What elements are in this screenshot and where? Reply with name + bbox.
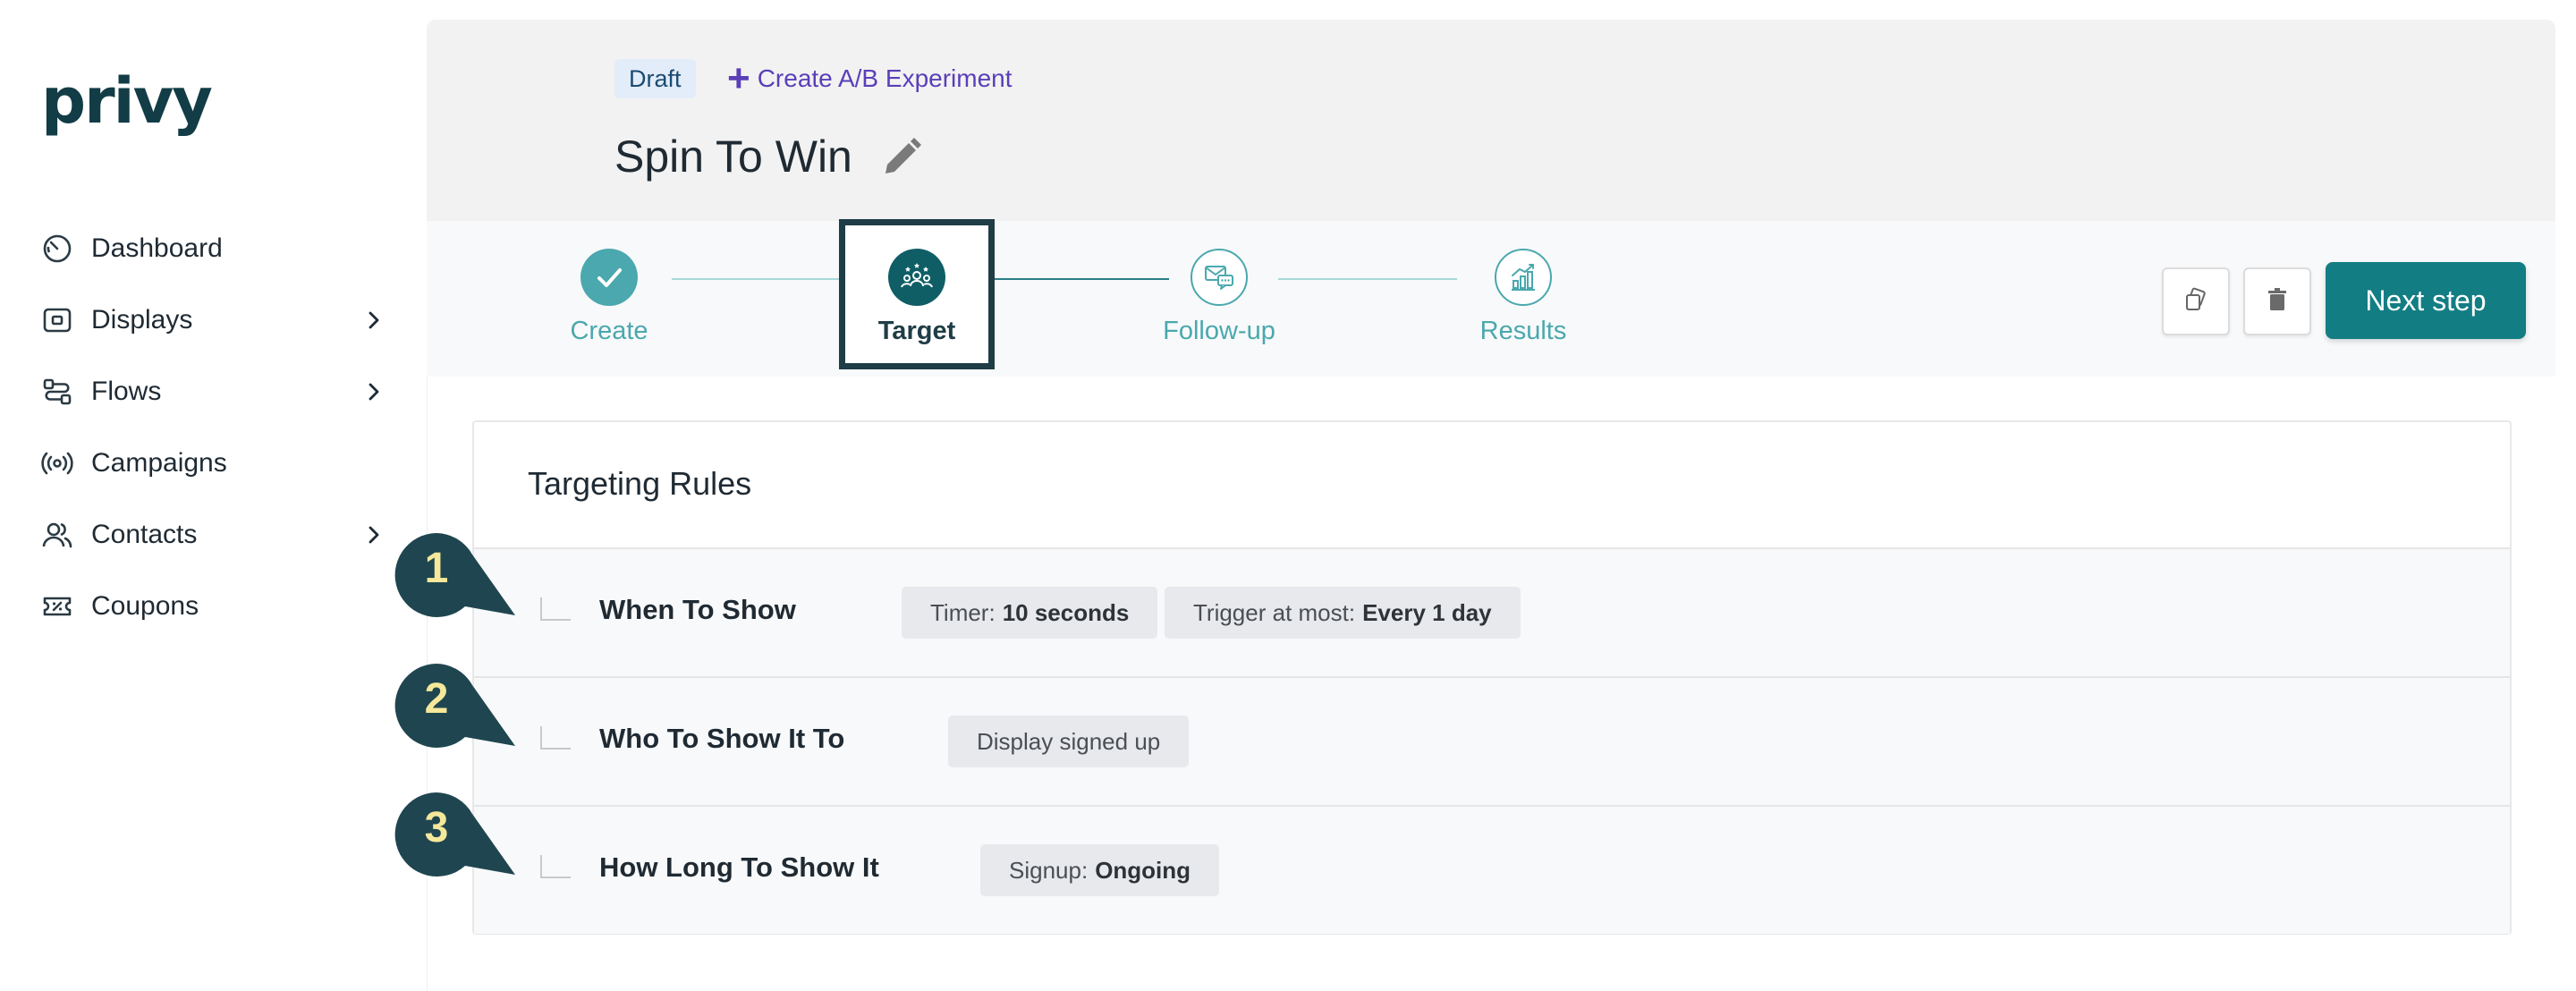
- sidebar-item-contacts[interactable]: Contacts: [41, 499, 390, 571]
- step-results[interactable]: Results: [1443, 249, 1604, 346]
- sidebar-item-flows[interactable]: Flows: [41, 356, 390, 428]
- check-icon: [580, 249, 638, 306]
- tree-connector: [540, 726, 571, 750]
- privy-logo[interactable]: privy: [41, 64, 213, 138]
- copy-icon: [2182, 285, 2210, 318]
- flows-icon: [41, 376, 73, 408]
- chip-key: Timer:: [930, 598, 996, 626]
- step-create[interactable]: Create: [529, 249, 690, 346]
- step-connector: [1278, 278, 1457, 280]
- audience-chip[interactable]: Display signed up: [948, 716, 1190, 767]
- bar-chart-icon: [1495, 249, 1552, 306]
- sidebar-item-displays[interactable]: Displays: [41, 284, 390, 356]
- chevron-right-icon[interactable]: [358, 519, 390, 551]
- card-title: Targeting Rules: [528, 465, 752, 502]
- rule-title: How Long To Show It: [599, 851, 879, 883]
- rule-title: When To Show: [599, 594, 796, 625]
- gauge-icon: [41, 233, 73, 265]
- page-header: Draft + Create A/B Experiment Spin To Wi…: [427, 20, 2555, 221]
- create-ab-experiment-label: Create A/B Experiment: [757, 64, 1013, 92]
- sidebar-nav: Dashboard Displays Flows Campaigns Conta…: [41, 213, 390, 642]
- chevron-right-icon[interactable]: [358, 376, 390, 408]
- display-icon: [41, 304, 73, 336]
- rule-row-when-to-show[interactable]: When To Show Timer: 10 seconds Trigger a…: [474, 547, 2510, 676]
- callout-marker-2: 2: [394, 662, 537, 760]
- rule-row-who-to-show[interactable]: Who To Show It To Display signed up: [474, 676, 2510, 805]
- step-follow-up[interactable]: Follow-up: [1139, 249, 1300, 346]
- callout-number: 3: [424, 804, 449, 851]
- callout-marker-3: 3: [394, 791, 537, 889]
- callout-marker-1: 1: [394, 531, 537, 630]
- delete-button[interactable]: [2243, 267, 2311, 335]
- sidebar-item-coupons[interactable]: Coupons: [41, 571, 390, 642]
- sidebar-item-dashboard[interactable]: Dashboard: [41, 213, 390, 284]
- step-connector: [672, 278, 843, 280]
- sidebar-item-label: Dashboard: [91, 233, 223, 263]
- status-badge: Draft: [614, 59, 696, 98]
- sidebar-item-label: Contacts: [91, 520, 198, 549]
- step-label: Follow-up: [1163, 317, 1275, 345]
- rule-title: Who To Show It To: [599, 723, 845, 754]
- audience-icon: [888, 249, 945, 306]
- chevron-right-icon[interactable]: [358, 304, 390, 336]
- chip-key: Display signed up: [977, 727, 1161, 755]
- callout-number: 1: [424, 545, 449, 592]
- ticket-icon: [41, 590, 73, 623]
- tree-connector: [540, 597, 571, 621]
- stepper: Create Target Follow-up Results Next ste…: [427, 219, 2555, 377]
- tree-connector: [540, 855, 571, 878]
- create-ab-experiment-link[interactable]: + Create A/B Experiment: [727, 59, 1013, 98]
- trigger-frequency-chip[interactable]: Trigger at most: Every 1 day: [1165, 587, 1521, 639]
- rule-row-how-long-to-show[interactable]: How Long To Show It Signup: Ongoing: [474, 805, 2510, 934]
- chip-value: 10 seconds: [1002, 598, 1130, 626]
- sidebar-item-label: Displays: [91, 305, 193, 335]
- sidebar-item-label: Coupons: [91, 591, 199, 621]
- sidebar-item-campaigns[interactable]: Campaigns: [41, 428, 390, 499]
- broadcast-icon: [41, 447, 73, 479]
- step-label: Create: [570, 317, 648, 345]
- trash-icon: [2264, 286, 2291, 318]
- chip-key: Signup:: [1009, 856, 1089, 884]
- callout-number: 2: [424, 675, 449, 723]
- users-icon: [41, 519, 73, 551]
- step-label: Results: [1479, 317, 1567, 345]
- sidebar-item-label: Campaigns: [91, 448, 227, 478]
- chat-icon: [1191, 249, 1248, 306]
- targeting-rules-card: Targeting Rules When To Show Timer: 10 s…: [472, 420, 2512, 935]
- step-label: Target: [877, 317, 956, 345]
- step-target[interactable]: Target: [836, 249, 997, 346]
- duration-chip[interactable]: Signup: Ongoing: [980, 844, 1220, 896]
- plus-icon: +: [727, 56, 750, 100]
- sidebar: privy Dashboard Displays Flows Campaigns…: [0, 0, 426, 991]
- chip-value: Ongoing: [1095, 856, 1191, 884]
- pencil-icon[interactable]: [878, 134, 925, 181]
- chip-value: Every 1 day: [1362, 598, 1492, 626]
- sidebar-item-label: Flows: [91, 377, 162, 406]
- timer-chip[interactable]: Timer: 10 seconds: [902, 587, 1158, 639]
- duplicate-button[interactable]: [2162, 267, 2230, 335]
- next-step-button[interactable]: Next step: [2326, 262, 2526, 339]
- chip-key: Trigger at most:: [1193, 598, 1356, 626]
- page-title: Spin To Win: [614, 131, 852, 182]
